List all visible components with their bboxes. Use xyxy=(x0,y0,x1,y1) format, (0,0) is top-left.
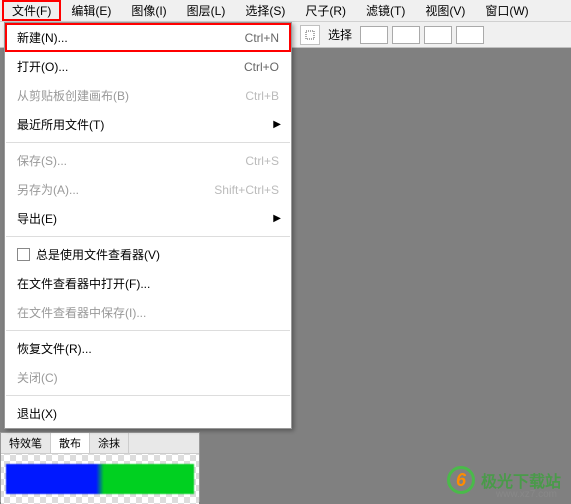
checkbox-icon[interactable] xyxy=(17,248,30,261)
menu-item-label: 从剪贴板创建画布(B) xyxy=(17,87,225,104)
submenu-arrow-icon: ▶ xyxy=(273,213,281,224)
menu-item-save: 保存(S)... Ctrl+S xyxy=(5,146,291,175)
menu-item-recover[interactable]: 恢复文件(R)... xyxy=(5,334,291,363)
file-dropdown-menu: 新建(N)... Ctrl+N 打开(O)... Ctrl+O 从剪贴板创建画布… xyxy=(4,22,292,429)
menu-item-shortcut: Ctrl+O xyxy=(244,60,279,74)
menu-item-recent[interactable]: 最近所用文件(T) ▶ xyxy=(5,110,291,139)
menu-filter[interactable]: 滤镜(T) xyxy=(356,0,415,21)
tool-box-4[interactable] xyxy=(456,26,484,44)
menu-separator xyxy=(6,142,290,143)
tab-effect-pen[interactable]: 特效笔 xyxy=(1,433,51,453)
menu-item-open[interactable]: 打开(O)... Ctrl+O xyxy=(5,52,291,81)
menu-layer[interactable]: 图层(L) xyxy=(177,0,236,21)
menu-item-label: 退出(X) xyxy=(17,405,279,422)
brush-tabs: 特效笔 散布 涂抹 xyxy=(1,433,199,454)
menu-item-new[interactable]: 新建(N)... Ctrl+N xyxy=(5,23,291,52)
menu-item-label: 打开(O)... xyxy=(17,58,224,75)
watermark-url: www.xz7.com xyxy=(496,489,557,500)
menu-item-always-viewer[interactable]: 总是使用文件查看器(V) xyxy=(5,240,291,269)
menu-item-shortcut: Shift+Ctrl+S xyxy=(214,183,279,197)
selection-mode-label: 选择 xyxy=(324,25,356,44)
brush-stroke-preview xyxy=(6,464,194,494)
menu-item-label: 保存(S)... xyxy=(17,152,225,169)
menu-item-from-clipboard: 从剪贴板创建画布(B) Ctrl+B xyxy=(5,81,291,110)
menu-item-exit[interactable]: 退出(X) xyxy=(5,399,291,428)
menu-item-label: 导出(E) xyxy=(17,210,279,227)
menu-select[interactable]: 选择(S) xyxy=(235,0,295,21)
menu-view[interactable]: 视图(V) xyxy=(415,0,475,21)
menu-item-shortcut: Ctrl+S xyxy=(245,154,279,168)
menu-item-label: 另存为(A)... xyxy=(17,181,194,198)
menu-separator xyxy=(6,236,290,237)
menu-item-shortcut: Ctrl+N xyxy=(245,31,279,45)
menu-item-label: 关闭(C) xyxy=(17,369,279,386)
brush-preview xyxy=(1,454,199,504)
menu-item-label: 最近所用文件(T) xyxy=(17,116,279,133)
tab-scatter[interactable]: 散布 xyxy=(51,433,90,453)
tab-smudge[interactable]: 涂抹 xyxy=(90,433,129,453)
menu-item-export[interactable]: 导出(E) ▶ xyxy=(5,204,291,233)
menu-item-shortcut: Ctrl+B xyxy=(245,89,279,103)
tool-icon-1[interactable] xyxy=(300,25,320,45)
menu-item-label: 在文件查看器中打开(F)... xyxy=(17,275,279,292)
menu-item-label: 总是使用文件查看器(V) xyxy=(36,246,279,263)
menu-ruler[interactable]: 尺子(R) xyxy=(295,0,356,21)
menu-item-label: 恢复文件(R)... xyxy=(17,340,279,357)
menu-item-label: 在文件查看器中保存(I)... xyxy=(17,304,279,321)
menu-item-save-in-viewer: 在文件查看器中保存(I)... xyxy=(5,298,291,327)
menu-item-label: 新建(N)... xyxy=(17,29,225,46)
menu-edit[interactable]: 编辑(E) xyxy=(61,0,121,21)
menu-window[interactable]: 窗口(W) xyxy=(475,0,538,21)
tool-box-3[interactable] xyxy=(424,26,452,44)
menu-item-open-in-viewer[interactable]: 在文件查看器中打开(F)... xyxy=(5,269,291,298)
watermark-logo-icon: 6 xyxy=(447,466,475,494)
brush-panel: 特效笔 散布 涂抹 xyxy=(0,432,200,502)
tool-box-1[interactable] xyxy=(360,26,388,44)
menu-item-close: 关闭(C) xyxy=(5,363,291,392)
menu-separator xyxy=(6,330,290,331)
submenu-arrow-icon: ▶ xyxy=(273,119,281,130)
menu-file[interactable]: 文件(F) xyxy=(2,0,61,21)
menu-image[interactable]: 图像(I) xyxy=(121,0,176,21)
menubar: 文件(F) 编辑(E) 图像(I) 图层(L) 选择(S) 尺子(R) 滤镜(T… xyxy=(0,0,571,22)
menu-item-save-as: 另存为(A)... Shift+Ctrl+S xyxy=(5,175,291,204)
menu-separator xyxy=(6,395,290,396)
tool-box-2[interactable] xyxy=(392,26,420,44)
